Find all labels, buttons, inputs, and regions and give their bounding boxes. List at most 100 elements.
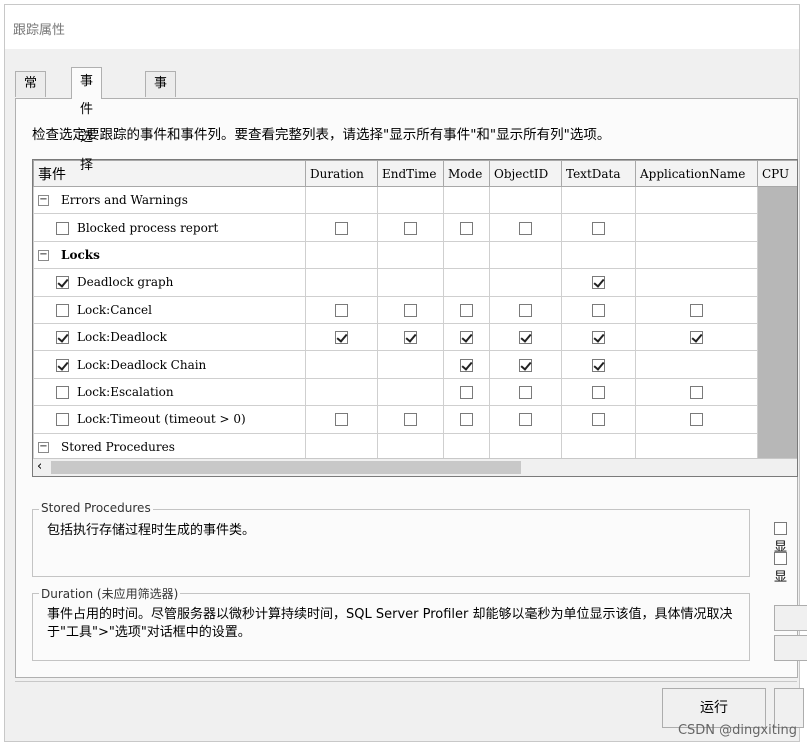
column-checkbox[interactable] xyxy=(335,303,348,317)
event-name-cell[interactable]: − Locks xyxy=(33,240,306,270)
column-cell[interactable] xyxy=(305,405,378,434)
event-checkbox[interactable] xyxy=(56,221,69,235)
grid-category-row[interactable]: − Errors and Warnings xyxy=(33,185,797,215)
column-cell[interactable] xyxy=(377,432,444,460)
event-name-cell[interactable]: Lock:Deadlock Chain xyxy=(33,350,306,379)
column-cell[interactable] xyxy=(443,213,490,242)
column-cell[interactable] xyxy=(635,185,758,215)
event-checkbox[interactable] xyxy=(56,413,69,427)
column-checkbox[interactable] xyxy=(592,413,605,427)
column-cell[interactable] xyxy=(561,377,636,407)
column-cell[interactable] xyxy=(489,377,562,407)
event-checkbox[interactable] xyxy=(56,331,69,345)
column-cell[interactable] xyxy=(377,213,444,242)
column-header-cpu[interactable]: CPU xyxy=(757,160,797,187)
column-header-endtime[interactable]: EndTime xyxy=(377,160,444,187)
event-checkbox[interactable] xyxy=(56,385,69,399)
column-cell[interactable] xyxy=(443,185,490,215)
column-checkbox[interactable] xyxy=(519,331,532,345)
collapse-icon[interactable]: − xyxy=(38,441,49,453)
column-cell[interactable] xyxy=(489,432,562,460)
column-cell[interactable] xyxy=(489,405,562,434)
column-checkbox[interactable] xyxy=(519,358,532,372)
event-name-cell[interactable]: Deadlock graph xyxy=(33,268,306,297)
column-checkbox[interactable] xyxy=(404,331,417,345)
column-cell[interactable] xyxy=(305,322,378,352)
column-checkbox[interactable] xyxy=(592,276,605,290)
column-cell[interactable] xyxy=(443,377,490,407)
grid-event-row[interactable]: Deadlock graph xyxy=(33,268,797,297)
column-cell[interactable] xyxy=(377,185,444,215)
column-cell[interactable] xyxy=(489,350,562,379)
events-grid[interactable]: 事件 Duration EndTime Mode ObjectID TextDa… xyxy=(32,159,798,477)
column-cell[interactable] xyxy=(561,240,636,270)
column-cell[interactable] xyxy=(443,295,490,324)
column-cell[interactable] xyxy=(377,295,444,324)
column-cell[interactable] xyxy=(635,377,758,407)
column-cell[interactable] xyxy=(561,268,636,297)
column-cell[interactable] xyxy=(443,405,490,434)
column-cell[interactable] xyxy=(635,268,758,297)
event-name-cell[interactable]: − Errors and Warnings xyxy=(33,185,306,215)
column-cell[interactable] xyxy=(305,377,378,407)
column-cell[interactable] xyxy=(635,322,758,352)
tab-events-extraction-settings[interactable]: 事件提取设置 xyxy=(145,71,177,211)
event-checkbox[interactable] xyxy=(56,303,69,317)
column-checkbox[interactable] xyxy=(592,358,605,372)
grid-event-row[interactable]: Lock:Deadlock Chain xyxy=(33,350,797,379)
column-checkbox[interactable] xyxy=(460,385,473,399)
column-cell[interactable] xyxy=(377,322,444,352)
column-cell[interactable] xyxy=(561,213,636,242)
column-cell[interactable] xyxy=(377,377,444,407)
column-cell[interactable] xyxy=(635,213,758,242)
column-cell[interactable] xyxy=(377,268,444,297)
column-cell[interactable] xyxy=(443,240,490,270)
column-header-mode[interactable]: Mode xyxy=(443,160,490,187)
column-checkbox[interactable] xyxy=(519,221,532,235)
column-cell[interactable] xyxy=(489,268,562,297)
column-cell[interactable] xyxy=(561,295,636,324)
column-checkbox[interactable] xyxy=(690,385,703,399)
column-cell[interactable] xyxy=(489,240,562,270)
show-all-columns-option[interactable]: 显 xyxy=(774,551,797,585)
column-checkbox[interactable] xyxy=(592,221,605,235)
column-cell[interactable] xyxy=(377,405,444,434)
column-cell[interactable] xyxy=(305,295,378,324)
column-checkbox[interactable] xyxy=(519,413,532,427)
grid-event-row[interactable]: Lock:Deadlock xyxy=(33,322,797,352)
column-cell[interactable] xyxy=(635,240,758,270)
column-checkbox[interactable] xyxy=(592,303,605,317)
event-checkbox[interactable] xyxy=(56,358,69,372)
column-cell[interactable] xyxy=(377,350,444,379)
column-cell[interactable] xyxy=(561,185,636,215)
event-checkbox[interactable] xyxy=(56,276,69,290)
column-cell[interactable] xyxy=(489,213,562,242)
column-checkbox[interactable] xyxy=(335,331,348,345)
column-header-textdata[interactable]: TextData xyxy=(561,160,636,187)
column-header-objectid[interactable]: ObjectID xyxy=(489,160,562,187)
column-checkbox[interactable] xyxy=(404,221,417,235)
column-checkbox[interactable] xyxy=(460,331,473,345)
event-name-cell[interactable]: Lock:Timeout (timeout > 0) xyxy=(33,405,306,434)
collapse-icon[interactable]: − xyxy=(38,195,49,207)
column-checkbox[interactable] xyxy=(690,331,703,345)
column-cell[interactable] xyxy=(443,322,490,352)
column-cell[interactable] xyxy=(443,432,490,460)
grid-category-row[interactable]: − Locks xyxy=(33,240,797,270)
horizontal-scrollbar[interactable]: ‹ xyxy=(33,458,797,476)
column-checkbox[interactable] xyxy=(335,221,348,235)
column-header-applicationname[interactable]: ApplicationName xyxy=(635,160,758,187)
grid-event-row[interactable]: Blocked process report xyxy=(33,213,797,242)
column-checkbox[interactable] xyxy=(519,385,532,399)
column-checkbox[interactable] xyxy=(460,358,473,372)
column-cell[interactable] xyxy=(635,405,758,434)
column-filters-button[interactable] xyxy=(774,605,807,631)
grid-event-row[interactable]: Lock:Escalation xyxy=(33,377,797,407)
column-checkbox[interactable] xyxy=(690,303,703,317)
column-cell[interactable] xyxy=(489,295,562,324)
column-checkbox[interactable] xyxy=(460,303,473,317)
column-checkbox[interactable] xyxy=(519,303,532,317)
column-cell[interactable] xyxy=(489,322,562,352)
run-button[interactable]: 运行 xyxy=(662,688,766,728)
collapse-icon[interactable]: − xyxy=(38,249,49,261)
